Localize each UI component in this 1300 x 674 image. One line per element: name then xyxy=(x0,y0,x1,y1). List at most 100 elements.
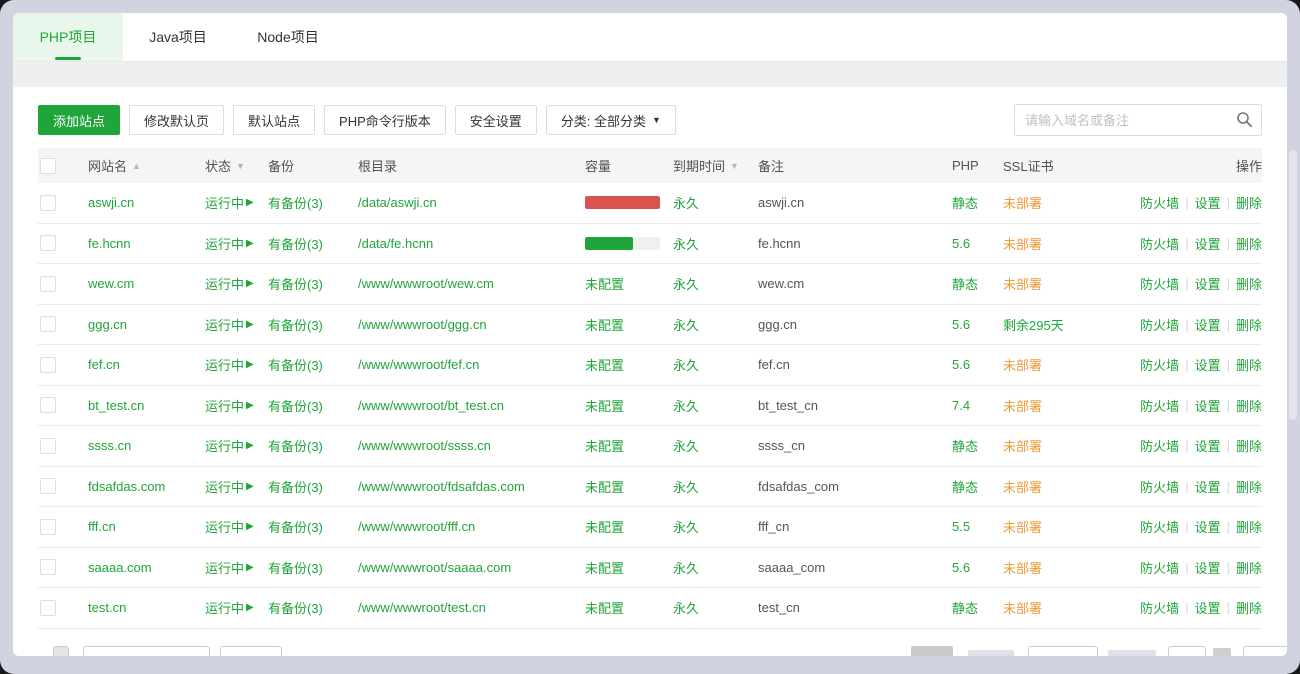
remark-text[interactable]: fe.hcnn xyxy=(758,236,801,251)
row-checkbox[interactable] xyxy=(40,600,56,616)
ssl-status[interactable]: 未部署 xyxy=(1003,234,1042,253)
tab-php[interactable]: PHP项目 xyxy=(13,13,123,61)
expire-link[interactable]: 永久 xyxy=(673,558,699,577)
expire-link[interactable]: 永久 xyxy=(673,517,699,536)
site-name-link[interactable]: aswji.cn xyxy=(88,195,134,210)
delete-link[interactable]: 删除 xyxy=(1236,274,1262,293)
firewall-link[interactable]: 防火墙 xyxy=(1140,315,1179,334)
category-filter-dropdown[interactable]: 分类: 全部分类 ▼ xyxy=(546,105,676,135)
remark-text[interactable]: aswji.cn xyxy=(758,195,804,210)
site-status[interactable]: 运行中▶ xyxy=(205,477,268,496)
row-checkbox[interactable] xyxy=(40,397,56,413)
settings-link[interactable]: 设置 xyxy=(1195,193,1221,212)
row-checkbox[interactable] xyxy=(40,478,56,494)
root-dir-link[interactable]: /www/wwwroot/saaaa.com xyxy=(358,560,511,575)
delete-link[interactable]: 删除 xyxy=(1236,558,1262,577)
remark-text[interactable]: bt_test_cn xyxy=(758,398,818,413)
expire-link[interactable]: 永久 xyxy=(673,355,699,374)
row-checkbox[interactable] xyxy=(40,276,56,292)
delete-link[interactable]: 删除 xyxy=(1236,315,1262,334)
firewall-link[interactable]: 防火墙 xyxy=(1140,598,1179,617)
delete-link[interactable]: 删除 xyxy=(1236,517,1262,536)
batch-apply-button[interactable] xyxy=(220,646,282,656)
root-dir-link[interactable]: /www/wwwroot/ggg.cn xyxy=(358,317,487,332)
site-name-link[interactable]: fef.cn xyxy=(88,357,120,372)
settings-link[interactable]: 设置 xyxy=(1195,396,1221,415)
settings-link[interactable]: 设置 xyxy=(1195,355,1221,374)
settings-link[interactable]: 设置 xyxy=(1195,598,1221,617)
capacity-cell[interactable]: 未配置 xyxy=(585,477,673,496)
root-dir-link[interactable]: /www/wwwroot/fdsafdas.com xyxy=(358,479,525,494)
backup-link[interactable]: 有备份(3) xyxy=(268,517,323,536)
sort-asc-icon[interactable]: ▲ xyxy=(132,161,141,171)
ssl-status[interactable]: 未部署 xyxy=(1003,274,1042,293)
firewall-link[interactable]: 防火墙 xyxy=(1140,558,1179,577)
capacity-cell[interactable]: 未配置 xyxy=(585,355,673,374)
php-version-link[interactable]: 5.6 xyxy=(952,357,970,372)
ssl-status[interactable]: 剩余295天 xyxy=(1003,315,1064,334)
expire-link[interactable]: 永久 xyxy=(673,436,699,455)
delete-link[interactable]: 删除 xyxy=(1236,598,1262,617)
capacity-bar[interactable] xyxy=(585,196,660,209)
site-status[interactable]: 运行中▶ xyxy=(205,436,268,455)
root-dir-link[interactable]: /www/wwwroot/bt_test.cn xyxy=(358,398,504,413)
firewall-link[interactable]: 防火墙 xyxy=(1140,517,1179,536)
capacity-cell[interactable]: 未配置 xyxy=(585,517,673,536)
expire-link[interactable]: 永久 xyxy=(673,477,699,496)
search-input[interactable] xyxy=(1014,104,1262,136)
expire-link[interactable]: 永久 xyxy=(673,396,699,415)
settings-link[interactable]: 设置 xyxy=(1195,234,1221,253)
delete-link[interactable]: 删除 xyxy=(1236,436,1262,455)
row-checkbox[interactable] xyxy=(40,235,56,251)
ssl-status[interactable]: 未部署 xyxy=(1003,558,1042,577)
settings-link[interactable]: 设置 xyxy=(1195,274,1221,293)
ssl-status[interactable]: 未部署 xyxy=(1003,193,1042,212)
site-status[interactable]: 运行中▶ xyxy=(205,598,268,617)
site-status[interactable]: 运行中▶ xyxy=(205,315,268,334)
batch-action-select[interactable] xyxy=(83,646,210,656)
php-version-link[interactable]: 5.6 xyxy=(952,236,970,251)
delete-link[interactable]: 删除 xyxy=(1236,396,1262,415)
root-dir-link[interactable]: /data/aswji.cn xyxy=(358,195,437,210)
capacity-link[interactable]: 未配置 xyxy=(585,315,624,334)
root-dir-link[interactable]: /www/wwwroot/wew.cm xyxy=(358,276,494,291)
settings-link[interactable]: 设置 xyxy=(1195,558,1221,577)
capacity-cell[interactable]: 未配置 xyxy=(585,558,673,577)
site-status[interactable]: 运行中▶ xyxy=(205,355,268,374)
select-all-checkbox[interactable] xyxy=(40,158,56,174)
site-status[interactable]: 运行中▶ xyxy=(205,517,268,536)
capacity-cell[interactable]: 未配置 xyxy=(585,274,673,293)
site-name-link[interactable]: fff.cn xyxy=(88,519,116,534)
site-status[interactable]: 运行中▶ xyxy=(205,234,268,253)
ssl-status[interactable]: 未部署 xyxy=(1003,517,1042,536)
backup-link[interactable]: 有备份(3) xyxy=(268,234,323,253)
capacity-link[interactable]: 未配置 xyxy=(585,598,624,617)
root-dir-link[interactable]: /www/wwwroot/fff.cn xyxy=(358,519,475,534)
remark-text[interactable]: ggg.cn xyxy=(758,317,797,332)
tab-node[interactable]: Node项目 xyxy=(233,13,343,61)
remark-text[interactable]: wew.cm xyxy=(758,276,804,291)
firewall-link[interactable]: 防火墙 xyxy=(1140,193,1179,212)
row-checkbox[interactable] xyxy=(40,357,56,373)
capacity-cell[interactable] xyxy=(585,237,673,250)
firewall-link[interactable]: 防火墙 xyxy=(1140,234,1179,253)
ssl-status[interactable]: 未部署 xyxy=(1003,477,1042,496)
expire-link[interactable]: 永久 xyxy=(673,193,699,212)
header-status[interactable]: 状态▼ xyxy=(205,156,268,175)
backup-link[interactable]: 有备份(3) xyxy=(268,193,323,212)
php-version-link[interactable]: 5.6 xyxy=(952,560,970,575)
site-name-link[interactable]: saaaa.com xyxy=(88,560,152,575)
backup-link[interactable]: 有备份(3) xyxy=(268,598,323,617)
backup-link[interactable]: 有备份(3) xyxy=(268,436,323,455)
backup-link[interactable]: 有备份(3) xyxy=(268,315,323,334)
capacity-link[interactable]: 未配置 xyxy=(585,274,624,293)
security-settings-button[interactable]: 安全设置 xyxy=(455,105,537,135)
capacity-link[interactable]: 未配置 xyxy=(585,517,624,536)
row-checkbox[interactable] xyxy=(40,519,56,535)
pagination-settings-icon[interactable] xyxy=(1213,648,1231,656)
ssl-status[interactable]: 未部署 xyxy=(1003,436,1042,455)
firewall-link[interactable]: 防火墙 xyxy=(1140,436,1179,455)
settings-link[interactable]: 设置 xyxy=(1195,477,1221,496)
php-version-link[interactable]: 静态 xyxy=(952,274,978,293)
capacity-link[interactable]: 未配置 xyxy=(585,396,624,415)
